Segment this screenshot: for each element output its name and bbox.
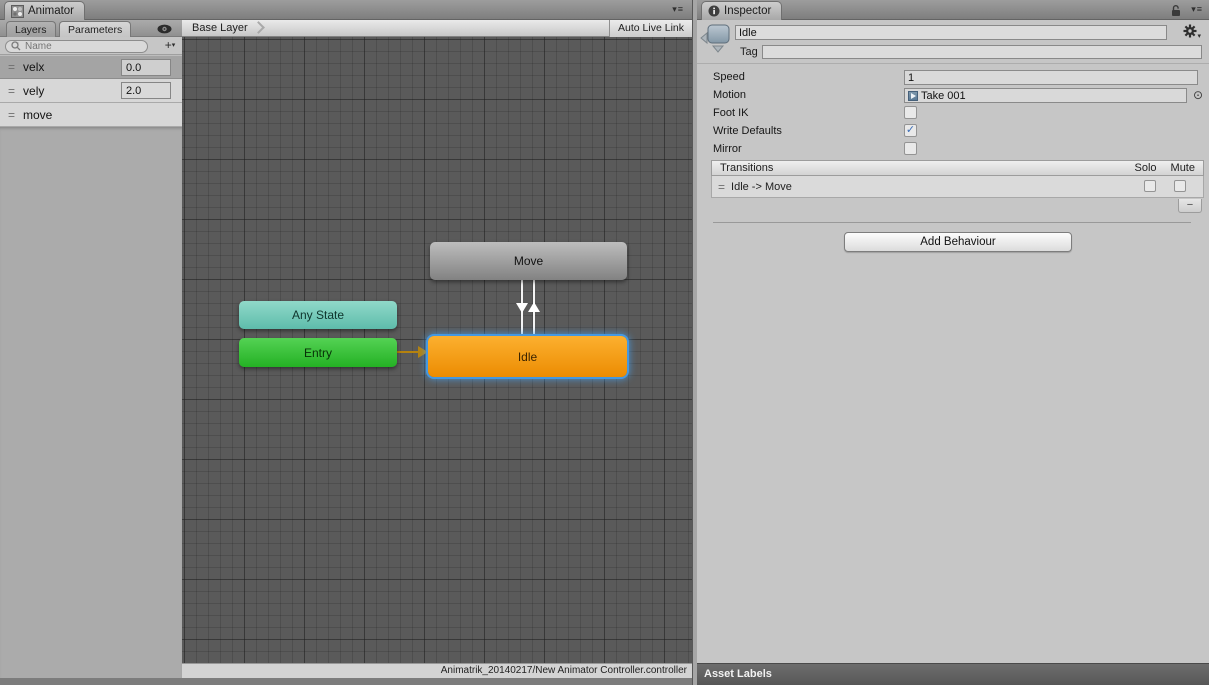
asset-labels-bar[interactable]: Asset Labels [697, 663, 1209, 685]
entry-arrowhead-icon [418, 346, 428, 358]
transitions-list-footer: − [711, 198, 1204, 216]
state-node-idle-selected[interactable]: Idle [428, 336, 627, 377]
mute-checkbox[interactable] [1174, 180, 1186, 192]
solo-checkbox[interactable] [1144, 180, 1156, 192]
state-machine-canvas[interactable]: Move Any State Entry Idle [182, 37, 692, 663]
parameter-value-field[interactable] [121, 59, 171, 76]
add-behaviour-button[interactable]: Add Behaviour [844, 232, 1072, 252]
state-node-label: Entry [304, 346, 332, 360]
tag-label: Tag [740, 46, 758, 58]
animator-tab-label: Animator [28, 5, 74, 17]
parameter-name: vely [23, 84, 44, 98]
foot-ik-label: Foot IK [713, 107, 748, 119]
parameters-panel-background [0, 127, 182, 678]
state-node-entry[interactable]: Entry [239, 338, 397, 367]
parameter-name: move [23, 108, 52, 122]
mirror-label: Mirror [713, 143, 742, 155]
lock-icon[interactable] [1170, 4, 1181, 17]
animator-tabbar: Animator ▾≡ [0, 0, 692, 20]
motion-value: Take 001 [921, 90, 966, 102]
state-node-label: Idle [518, 350, 537, 364]
search-input[interactable] [25, 41, 125, 52]
mirror-checkbox[interactable] [904, 142, 917, 155]
eye-icon[interactable] [157, 24, 172, 34]
parameter-search-box[interactable] [5, 40, 148, 53]
inspector-tab-label: Inspector [724, 5, 771, 17]
state-node-label: Move [514, 254, 543, 268]
transitions-header: Transitions Solo Mute [711, 160, 1204, 176]
asset-labels-title: Asset Labels [704, 668, 772, 680]
parameters-tab-label: Parameters [68, 24, 122, 36]
parameter-name: velx [23, 60, 44, 74]
breadcrumb[interactable]: Base Layer [192, 20, 248, 37]
divider [713, 222, 1191, 223]
controller-path-statusbar: Animatrik_20140217/New Animator Controll… [182, 663, 692, 678]
inspector-panel-menu-icon[interactable]: ▾≡ [1191, 4, 1203, 15]
inspector-tabbar: Inspector ▾≡ [697, 0, 1209, 20]
parameter-row-velx[interactable]: = velx [0, 55, 182, 79]
breadcrumb-chevron-icon [252, 21, 265, 34]
motion-object-field[interactable]: Take 001 [904, 88, 1187, 103]
transitions-section: Transitions Solo Mute = Idle -> Move − [711, 160, 1204, 216]
object-picker-icon[interactable]: ⊙ [1193, 88, 1203, 102]
parameter-row-move[interactable]: = move [0, 103, 182, 127]
speed-label: Speed [713, 71, 745, 83]
plus-icon: + [165, 38, 172, 52]
breadcrumb-bar: Base Layer Auto Live Link [182, 20, 692, 37]
drag-handle-icon[interactable]: = [8, 108, 15, 122]
drag-handle-icon[interactable]: = [718, 180, 725, 194]
state-node-any-state[interactable]: Any State [239, 301, 397, 329]
state-node-move[interactable]: Move [430, 242, 627, 280]
animation-clip-icon [908, 91, 918, 101]
settings-gear-icon[interactable]: ▾ [1183, 24, 1201, 41]
auto-live-link-label: Auto Live Link [618, 22, 684, 34]
mute-column-header: Mute [1171, 162, 1195, 174]
transition-row-label: Idle -> Move [731, 181, 792, 193]
write-defaults-label: Write Defaults [713, 125, 782, 137]
search-icon [11, 41, 22, 52]
inspector-panel: ▾ Tag Speed Motion Take 001 ⊙ Foot IK Wr… [697, 20, 1209, 663]
breadcrumb-label: Base Layer [192, 22, 248, 34]
parameter-row-vely[interactable]: = vely [0, 79, 182, 103]
tab-layers[interactable]: Layers [6, 21, 56, 37]
state-node-label: Any State [292, 308, 344, 322]
state-name-field[interactable] [735, 25, 1167, 40]
transition-row-idle-move[interactable]: = Idle -> Move [711, 176, 1204, 198]
speed-field[interactable] [904, 70, 1198, 85]
animator-icon [11, 5, 24, 18]
layers-tab-label: Layers [15, 24, 47, 36]
inspector-icon [708, 5, 720, 17]
inspector-header: ▾ Tag [697, 20, 1209, 63]
transitions-title: Transitions [720, 162, 773, 174]
remove-transition-button[interactable]: − [1178, 199, 1202, 213]
controller-path-label: Animatrik_20140217/New Animator Controll… [441, 665, 687, 676]
tab-parameters[interactable]: Parameters [59, 21, 131, 37]
tag-field[interactable] [762, 45, 1202, 59]
add-parameter-button[interactable]: +▾ [162, 38, 178, 53]
auto-live-link-button[interactable]: Auto Live Link [609, 20, 692, 37]
drag-handle-icon[interactable]: = [8, 60, 15, 74]
tab-inspector[interactable]: Inspector [701, 1, 782, 20]
animator-panel-menu-icon[interactable]: ▾≡ [672, 4, 684, 15]
divider [697, 63, 1209, 64]
motion-label: Motion [713, 89, 746, 101]
layers-parameters-tabbar: Layers Parameters [0, 20, 182, 37]
add-behaviour-label: Add Behaviour [920, 236, 995, 248]
write-defaults-checkbox-checked[interactable]: ✓ [904, 124, 917, 137]
transition-arrowhead-down-icon [516, 303, 528, 313]
drag-handle-icon[interactable]: = [8, 84, 15, 98]
parameter-search-row: +▾ [0, 37, 182, 55]
animator-state-icon [700, 23, 734, 53]
solo-column-header: Solo [1135, 162, 1157, 174]
transition-arrowhead-up-icon [528, 302, 540, 312]
tab-animator[interactable]: Animator [4, 1, 85, 20]
parameter-value-field[interactable] [121, 82, 171, 99]
foot-ik-checkbox[interactable] [904, 106, 917, 119]
unity-editor-window: Animator ▾≡ Layers Parameters +▾ = [0, 0, 1209, 685]
